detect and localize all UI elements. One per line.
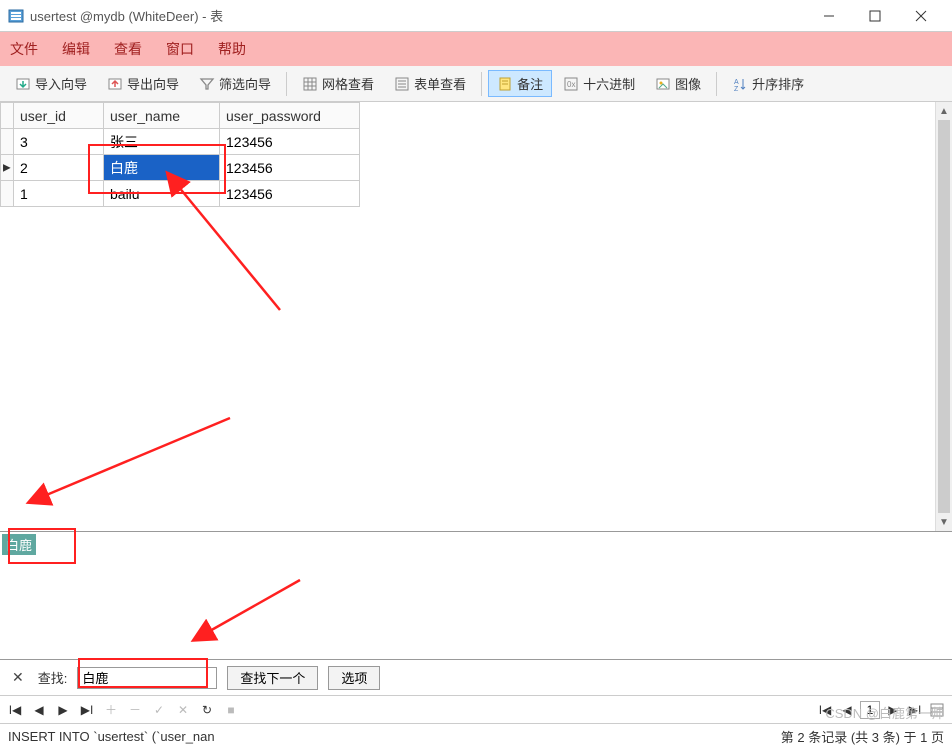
page-number-input[interactable]: 1 bbox=[860, 701, 880, 719]
filter-wizard-button[interactable]: 筛选向导 bbox=[190, 70, 280, 97]
table-row[interactable]: 1 bailu 123456 bbox=[1, 181, 360, 207]
close-button[interactable] bbox=[898, 0, 944, 32]
table-row[interactable]: ▶ 2 白鹿 123456 bbox=[1, 155, 360, 181]
hex-icon: 0x bbox=[563, 76, 579, 92]
grid-settings-icon bbox=[930, 703, 944, 717]
nav-next-button[interactable]: ▶ bbox=[54, 701, 72, 719]
menu-file[interactable]: 文件 bbox=[10, 39, 38, 59]
column-header-id[interactable]: user_id bbox=[14, 103, 104, 129]
maximize-button[interactable] bbox=[852, 0, 898, 32]
page-prev-button[interactable]: ◀ bbox=[838, 701, 856, 719]
form-view-button[interactable]: 表单查看 bbox=[385, 70, 475, 97]
status-page-info: 第 2 条记录 (共 3 条) 于 1 页 bbox=[781, 727, 944, 746]
table-row[interactable]: 3 张三 123456 bbox=[1, 129, 360, 155]
export-icon bbox=[107, 76, 123, 92]
import-wizard-button[interactable]: 导入向导 bbox=[6, 70, 96, 97]
window-title: usertest @mydb (WhiteDeer) - 表 bbox=[30, 6, 806, 25]
form-icon bbox=[394, 76, 410, 92]
note-button[interactable]: 备注 bbox=[488, 70, 552, 97]
filter-icon bbox=[199, 76, 215, 92]
sort-asc-button[interactable]: AZ 升序排序 bbox=[723, 70, 813, 97]
search-close-button[interactable]: ✕ bbox=[8, 669, 28, 686]
import-icon bbox=[15, 76, 31, 92]
image-button[interactable]: 图像 bbox=[646, 70, 710, 97]
search-label: 查找: bbox=[38, 668, 68, 687]
vertical-scrollbar[interactable]: ▲ ▼ bbox=[935, 102, 952, 531]
page-next-button[interactable]: ▶ bbox=[884, 701, 902, 719]
find-next-button[interactable]: 查找下一个 bbox=[227, 666, 318, 690]
row-marker-cell bbox=[1, 181, 14, 207]
nav-last-button[interactable]: ▶I bbox=[78, 701, 96, 719]
toolbar-separator bbox=[481, 72, 482, 96]
row-marker-cell: ▶ bbox=[1, 155, 14, 181]
image-icon bbox=[655, 76, 671, 92]
row-marker-cell bbox=[1, 129, 14, 155]
menu-bar: 文件 编辑 查看 窗口 帮助 bbox=[0, 32, 952, 66]
nav-first-button[interactable]: I◀ bbox=[6, 701, 24, 719]
search-bar: ✕ 查找: 查找下一个 选项 bbox=[0, 660, 952, 696]
nav-refresh-button[interactable]: ↻ bbox=[198, 701, 216, 719]
status-sql: INSERT INTO `usertest` (`user_nan bbox=[8, 729, 781, 744]
search-input[interactable] bbox=[77, 667, 217, 689]
search-options-button[interactable]: 选项 bbox=[328, 666, 380, 690]
column-header-name[interactable]: user_name bbox=[104, 103, 220, 129]
cell-name-selected[interactable]: 白鹿 bbox=[104, 155, 220, 181]
toolbar: 导入向导 导出向导 筛选向导 网格查看 表单查看 备注 0x 十六进制 图像 A… bbox=[0, 66, 952, 102]
minimize-button[interactable] bbox=[806, 0, 852, 32]
toolbar-separator bbox=[286, 72, 287, 96]
data-grid-area: user_id user_name user_password 3 张三 123… bbox=[0, 102, 952, 532]
nav-delete-button[interactable]: － bbox=[126, 701, 144, 719]
scroll-up-arrow-icon[interactable]: ▲ bbox=[936, 102, 952, 120]
scroll-down-arrow-icon[interactable]: ▼ bbox=[936, 513, 952, 531]
status-bar: INSERT INTO `usertest` (`user_nan 第 2 条记… bbox=[0, 724, 952, 748]
record-nav-bar: I◀ ◀ ▶ ▶I ＋ － ✓ ✕ ↻ ■ I◀ ◀ 1 ▶ ▶I bbox=[0, 696, 952, 724]
column-header-password[interactable]: user_password bbox=[220, 103, 360, 129]
grid-view-button[interactable]: 网格查看 bbox=[293, 70, 383, 97]
detail-pane[interactable]: 白鹿 bbox=[0, 532, 952, 660]
nav-prev-button[interactable]: ◀ bbox=[30, 701, 48, 719]
cell-password[interactable]: 123456 bbox=[220, 181, 360, 207]
nav-apply-button[interactable]: ✓ bbox=[150, 701, 168, 719]
hex-button[interactable]: 0x 十六进制 bbox=[554, 70, 644, 97]
grid-icon bbox=[302, 76, 318, 92]
cell-name[interactable]: 张三 bbox=[104, 129, 220, 155]
cell-password[interactable]: 123456 bbox=[220, 129, 360, 155]
nav-stop-button[interactable]: ■ bbox=[222, 701, 240, 719]
cell-id[interactable]: 2 bbox=[14, 155, 104, 181]
scroll-thumb[interactable] bbox=[938, 120, 950, 513]
current-row-marker-icon: ▶ bbox=[3, 162, 11, 173]
app-icon bbox=[8, 8, 24, 24]
page-last-button[interactable]: ▶I bbox=[906, 701, 924, 719]
menu-window[interactable]: 窗口 bbox=[166, 39, 194, 59]
page-first-button[interactable]: I◀ bbox=[816, 701, 834, 719]
menu-help[interactable]: 帮助 bbox=[218, 39, 246, 59]
svg-text:0x: 0x bbox=[567, 80, 575, 89]
menu-edit[interactable]: 编辑 bbox=[62, 39, 90, 59]
note-icon bbox=[497, 76, 513, 92]
grid-settings-button[interactable] bbox=[928, 701, 946, 719]
row-header-corner bbox=[1, 103, 14, 129]
detail-value[interactable]: 白鹿 bbox=[2, 534, 36, 555]
nav-add-button[interactable]: ＋ bbox=[102, 701, 120, 719]
toolbar-separator bbox=[716, 72, 717, 96]
title-bar: usertest @mydb (WhiteDeer) - 表 bbox=[0, 0, 952, 32]
cell-password[interactable]: 123456 bbox=[220, 155, 360, 181]
svg-text:A: A bbox=[734, 79, 739, 86]
sort-asc-icon: AZ bbox=[732, 76, 748, 92]
export-wizard-button[interactable]: 导出向导 bbox=[98, 70, 188, 97]
cell-name[interactable]: bailu bbox=[104, 181, 220, 207]
nav-cancel-button[interactable]: ✕ bbox=[174, 701, 192, 719]
cell-id[interactable]: 3 bbox=[14, 129, 104, 155]
svg-text:Z: Z bbox=[734, 86, 739, 92]
data-table[interactable]: user_id user_name user_password 3 张三 123… bbox=[0, 102, 360, 207]
table-header-row: user_id user_name user_password bbox=[1, 103, 360, 129]
menu-view[interactable]: 查看 bbox=[114, 39, 142, 59]
cell-id[interactable]: 1 bbox=[14, 181, 104, 207]
